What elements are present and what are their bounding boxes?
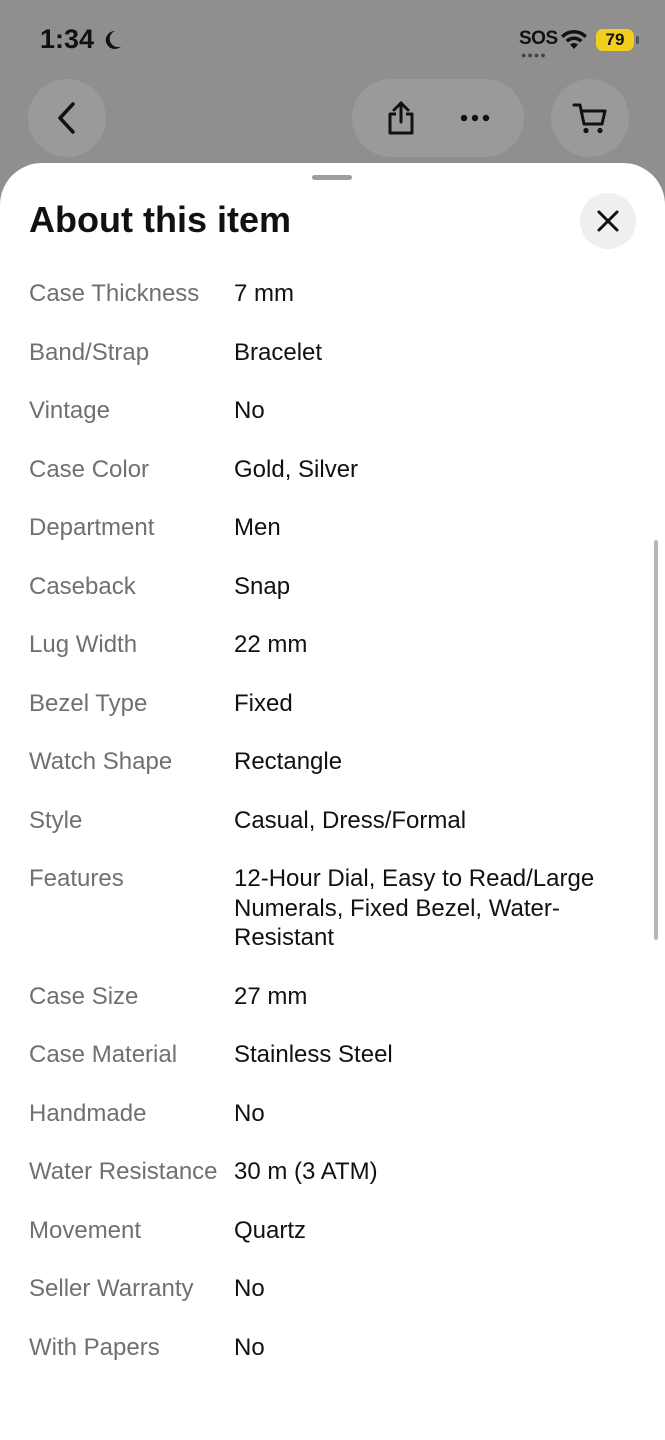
spec-value: Men xyxy=(234,514,281,541)
spec-value: Rectangle xyxy=(234,748,343,775)
spec-value: Casual, Dress/Formal xyxy=(234,806,467,834)
spec-row: Lug Width 22 mm xyxy=(0,630,665,660)
back-button[interactable] xyxy=(28,79,106,157)
spec-label: Department xyxy=(29,514,155,541)
spec-label: Bezel Type xyxy=(29,689,148,717)
cart-button[interactable] xyxy=(551,79,629,157)
spec-row: Seller Warranty No xyxy=(0,1274,665,1304)
spec-value: 12-Hour Dial, Easy to Read/Large Numeral… xyxy=(234,865,595,951)
moon-icon xyxy=(105,30,122,49)
spec-value: Quartz xyxy=(234,1216,307,1244)
spec-label: With Papers xyxy=(29,1333,160,1361)
spec-label: Watch Shape xyxy=(29,748,173,775)
wifi-icon xyxy=(561,29,587,49)
cart-icon xyxy=(572,103,607,134)
spec-label: Lug Width xyxy=(29,631,138,658)
action-group xyxy=(352,79,524,157)
spec-label: Handmade xyxy=(29,1099,147,1127)
close-button[interactable] xyxy=(580,193,636,249)
spec-row: Case Thickness 7 mm xyxy=(0,279,665,309)
spec-row: Features 12-Hour Dial, Easy to Read/Large… xyxy=(0,864,665,953)
spec-value: No xyxy=(234,397,265,424)
spec-row: Band/Strap Bracelet xyxy=(0,338,665,368)
battery-indicator: 79 xyxy=(596,29,634,51)
spec-value: 27 mm xyxy=(234,982,308,1010)
spec-value: 30 m (3 ATM) xyxy=(234,1158,378,1185)
sheet-title: About this item xyxy=(29,199,291,240)
chevron-left-icon xyxy=(58,102,75,134)
spec-label: Caseback xyxy=(29,572,136,600)
spec-value: Bracelet xyxy=(234,338,323,366)
spec-row: Bezel Type Fixed xyxy=(0,689,665,719)
spec-value: 22 mm xyxy=(234,631,308,658)
scrollbar[interactable] xyxy=(654,540,658,940)
spec-row: Vintage No xyxy=(0,396,665,426)
spec-label: Case Thickness xyxy=(29,280,200,307)
close-icon xyxy=(597,210,619,232)
spec-value: Stainless Steel xyxy=(234,1041,393,1068)
spec-row: Handmade No xyxy=(0,1099,665,1129)
spec-value: Fixed xyxy=(234,689,293,717)
item-specifics-list[interactable]: Case Thickness 7 mm Band/Strap Bracelet Vint… xyxy=(0,279,665,1383)
sheet-grabber[interactable] xyxy=(312,175,352,180)
battery-cap xyxy=(636,36,639,44)
spec-row: With Papers No xyxy=(0,1333,665,1363)
spec-value: Snap xyxy=(234,572,291,600)
spec-row: Department Men xyxy=(0,513,665,543)
spec-row: Case Size 27 mm xyxy=(0,982,665,1012)
spec-row: Water Resistance 30 m (3 ATM) xyxy=(0,1157,665,1187)
spec-value: No xyxy=(234,1333,265,1361)
spec-label: Features xyxy=(29,865,124,892)
spec-label: Style xyxy=(29,806,83,834)
spec-label: Case Color xyxy=(29,455,150,483)
spec-value: No xyxy=(234,1099,265,1127)
spec-value: No xyxy=(234,1275,265,1302)
spec-label: Vintage xyxy=(29,397,110,424)
more-horizontal-icon xyxy=(460,114,489,122)
share-button[interactable] xyxy=(386,100,416,136)
status-time: 1:34 xyxy=(40,24,124,55)
time-label: 1:34 xyxy=(40,24,95,54)
spec-label: Band/Strap xyxy=(29,338,150,366)
spec-value: Gold, Silver xyxy=(234,455,359,483)
share-icon xyxy=(388,101,413,135)
spec-value: 7 mm xyxy=(234,280,294,307)
signal-dots: ●●●● xyxy=(521,50,547,60)
spec-row: Case Color Gold, Silver xyxy=(0,455,665,485)
about-item-sheet: About this item Case Thickness 7 mm Band/S… xyxy=(0,163,665,1440)
spec-row: Movement Quartz xyxy=(0,1216,665,1246)
sos-indicator: SOS xyxy=(519,28,558,49)
spec-row: Watch Shape Rectangle xyxy=(0,747,665,777)
spec-row: Style Casual, Dress/Formal xyxy=(0,806,665,836)
spec-label: Case Size xyxy=(29,982,139,1010)
spec-label: Water Resistance xyxy=(29,1158,218,1185)
spec-label: Seller Warranty xyxy=(29,1275,194,1302)
spec-label: Case Material xyxy=(29,1041,178,1068)
spec-row: Case Material Stainless Steel xyxy=(0,1040,665,1070)
status-bar: 1:34 SOS ●●●● 79 xyxy=(0,0,665,80)
spec-row: Caseback Snap xyxy=(0,572,665,602)
more-button[interactable] xyxy=(459,113,491,123)
spec-label: Movement xyxy=(29,1216,142,1244)
